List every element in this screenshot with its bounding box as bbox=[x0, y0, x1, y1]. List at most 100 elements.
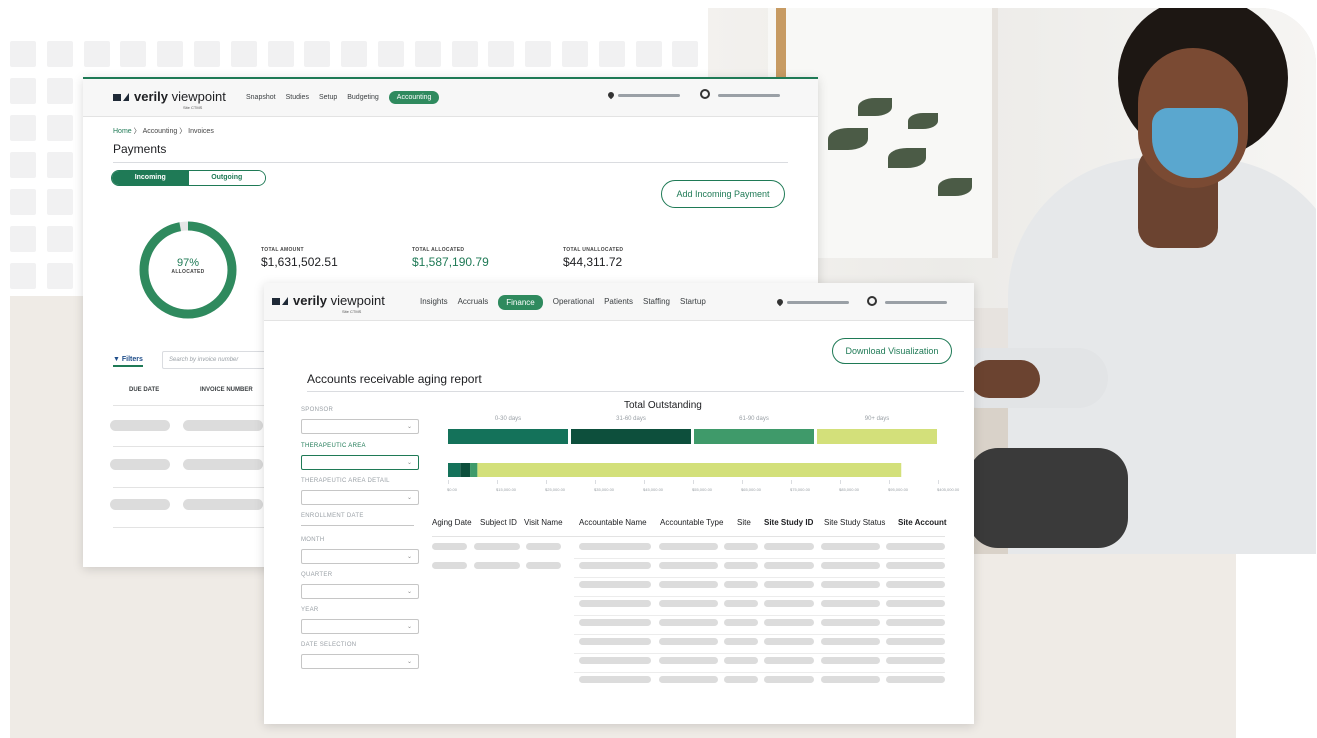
x-tick-label: $55,000.00 bbox=[692, 487, 713, 492]
outgoing-tab[interactable]: Outgoing bbox=[188, 171, 265, 185]
column-due-date[interactable]: DUE DATE bbox=[129, 387, 159, 393]
table-row-skeleton bbox=[183, 420, 263, 431]
verily-viewpoint-logo[interactable]: verily viewpoint Site CTMS bbox=[113, 89, 226, 110]
x-tick-label: $15,000.00 bbox=[496, 487, 517, 492]
filter-select-therapeutic-area-detail[interactable]: ⌄ bbox=[301, 490, 419, 505]
total-amount-stat: TOTAL AMOUNT $1,631,502.51 bbox=[261, 247, 338, 269]
decorative-tile bbox=[46, 263, 73, 289]
stacked-segment-3 bbox=[470, 463, 478, 477]
filter-select-month[interactable]: ⌄ bbox=[301, 549, 419, 564]
table-cell-skeleton bbox=[886, 543, 945, 550]
nav-item-studies[interactable]: Studies bbox=[286, 91, 309, 104]
stacked-segment-1 bbox=[448, 463, 461, 477]
nav-item-snapshot[interactable]: Snapshot bbox=[246, 91, 276, 104]
nav-item-accounting[interactable]: Accounting bbox=[388, 91, 440, 104]
filters-button[interactable]: ▼ Filters bbox=[113, 356, 143, 367]
x-tick-label: $25,000.00 bbox=[545, 487, 566, 492]
total-allocated-stat: TOTAL ALLOCATED $1,587,190.79 bbox=[412, 247, 489, 269]
table-cell-skeleton bbox=[886, 581, 945, 588]
nav-item-budgeting[interactable]: Budgeting bbox=[347, 91, 379, 104]
nav-item-startup[interactable]: Startup bbox=[680, 295, 706, 310]
breadcrumb-accounting[interactable]: Accounting bbox=[143, 128, 178, 135]
table-cell-skeleton bbox=[579, 619, 651, 626]
table-cell-skeleton bbox=[432, 562, 467, 569]
filter-label-enrollment-date: ENROLLMENT DATE bbox=[301, 513, 364, 519]
bucket-label-2: 31-60 days bbox=[616, 416, 646, 422]
table-cell-skeleton bbox=[659, 676, 718, 683]
column-site[interactable]: Site bbox=[737, 518, 751, 527]
nav-item-staffing[interactable]: Staffing bbox=[643, 295, 670, 310]
enrollment-date-slider[interactable] bbox=[301, 525, 414, 526]
decorative-tile bbox=[10, 41, 36, 67]
decorative-tile bbox=[46, 41, 73, 67]
filter-select-therapeutic-area[interactable]: ⌄ bbox=[301, 455, 419, 470]
column-aging-date[interactable]: Aging Date bbox=[432, 518, 472, 527]
column-site-study-id[interactable]: Site Study ID bbox=[764, 518, 813, 527]
nav-item-patients[interactable]: Patients bbox=[604, 295, 633, 310]
x-tick-label: $75,000.00 bbox=[790, 487, 811, 492]
decorative-tile bbox=[562, 41, 588, 67]
total-unallocated-stat: TOTAL UNALLOCATED $44,311.72 bbox=[563, 247, 624, 269]
decorative-tile bbox=[10, 226, 36, 252]
filter-select-sponsor[interactable]: ⌄ bbox=[301, 419, 419, 434]
decorative-tile bbox=[414, 41, 441, 67]
incoming-tab[interactable]: Incoming bbox=[112, 171, 189, 185]
stacked-segment-2 bbox=[460, 463, 471, 477]
decorative-tile bbox=[46, 152, 73, 178]
table-row-divider bbox=[574, 596, 945, 597]
filter-select-quarter[interactable]: ⌄ bbox=[301, 584, 419, 599]
x-tick-mark bbox=[791, 480, 792, 484]
nav-item-insights[interactable]: Insights bbox=[420, 295, 448, 310]
table-cell-skeleton bbox=[579, 600, 651, 607]
bucket-bar-2 bbox=[571, 429, 691, 444]
table-cell-skeleton bbox=[886, 657, 945, 664]
column-site-study-status[interactable]: Site Study Status bbox=[824, 518, 885, 527]
add-incoming-payment-button[interactable]: Add Incoming Payment bbox=[661, 180, 785, 208]
table-cell-skeleton bbox=[474, 543, 520, 550]
column-accountable-type[interactable]: Accountable Type bbox=[660, 518, 723, 527]
column-invoice-number[interactable]: INVOICE NUMBER bbox=[200, 387, 253, 393]
decorative-tile bbox=[10, 115, 36, 141]
table-cell-skeleton bbox=[764, 581, 814, 588]
decorative-tile bbox=[525, 41, 552, 67]
invoice-search-input[interactable]: Search by invoice number bbox=[162, 351, 272, 369]
nav-item-setup[interactable]: Setup bbox=[319, 91, 337, 104]
x-tick-mark bbox=[840, 480, 841, 484]
table-cell-skeleton bbox=[821, 562, 880, 569]
chevron-down-icon: ⌄ bbox=[406, 424, 412, 430]
filter-select-date-selection[interactable]: ⌄ bbox=[301, 654, 419, 669]
column-visit-name[interactable]: Visit Name bbox=[524, 518, 563, 527]
breadcrumb-home[interactable]: Home bbox=[113, 128, 132, 135]
location-pin-icon bbox=[775, 297, 785, 307]
decorative-tile bbox=[10, 152, 36, 178]
column-subject-id[interactable]: Subject ID bbox=[480, 518, 517, 527]
table-cell-skeleton bbox=[659, 581, 718, 588]
table-row-skeleton bbox=[183, 499, 263, 510]
donut-label: 97% ALLOCATED bbox=[138, 257, 238, 275]
main-nav: Snapshot Studies Setup Budgeting Accounting bbox=[246, 91, 449, 104]
decorative-tile bbox=[194, 41, 220, 67]
table-cell-skeleton bbox=[764, 657, 814, 664]
decorative-tile bbox=[46, 226, 73, 252]
x-tick-label: $65,000.00 bbox=[741, 487, 762, 492]
column-site-account[interactable]: Site Account bbox=[898, 518, 947, 527]
filter-select-year[interactable]: ⌄ bbox=[301, 619, 419, 634]
verily-viewpoint-logo[interactable]: verily viewpoint Site CTMS bbox=[272, 293, 385, 314]
x-tick-label: $405,000.00 bbox=[937, 487, 960, 492]
nav-item-finance[interactable]: Finance bbox=[498, 295, 543, 310]
x-tick-mark bbox=[644, 480, 645, 484]
bucket-bar-4 bbox=[817, 429, 937, 444]
chevron-down-icon: ⌄ bbox=[406, 495, 412, 501]
nav-item-operational[interactable]: Operational bbox=[553, 295, 594, 310]
table-cell-skeleton bbox=[886, 600, 945, 607]
table-row-divider bbox=[574, 577, 945, 578]
main-nav: Insights Accruals Finance Operational Patien… bbox=[420, 295, 716, 310]
decorative-tile bbox=[46, 115, 73, 141]
decorative-tile bbox=[488, 41, 515, 67]
x-tick-label: $85,000.00 bbox=[839, 487, 860, 492]
download-visualization-button[interactable]: Download Visualization bbox=[832, 338, 952, 364]
chevron-down-icon: ⌄ bbox=[406, 624, 412, 630]
column-accountable-name[interactable]: Accountable Name bbox=[579, 518, 647, 527]
nav-item-accruals[interactable]: Accruals bbox=[458, 295, 489, 310]
table-row-skeleton bbox=[110, 499, 170, 510]
